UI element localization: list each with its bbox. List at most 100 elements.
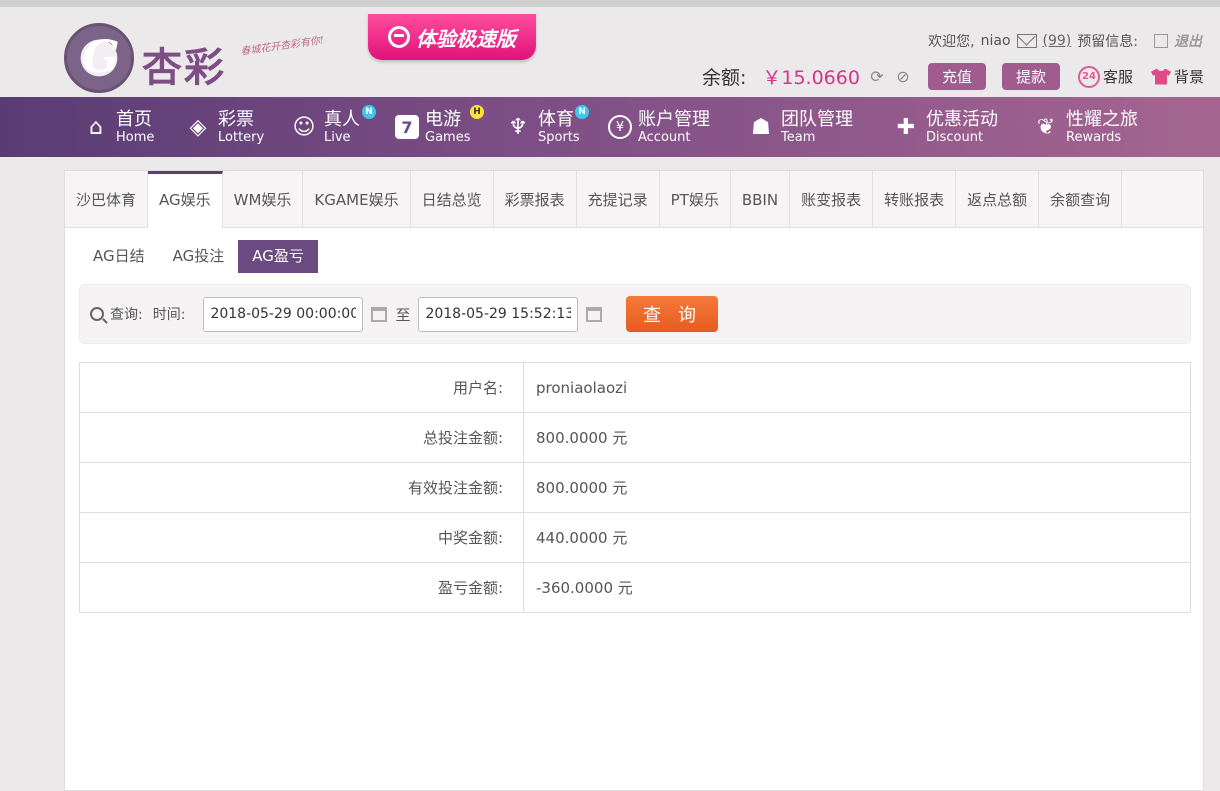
row-value: 800.0000 元 — [523, 462, 1191, 513]
table-row: 用户名: proniaolaozi — [79, 362, 1191, 413]
start-date-input[interactable] — [203, 296, 364, 332]
reserved-info-link[interactable]: 预留信息: — [1077, 31, 1138, 51]
user-info-row: 欢迎您, niao (99) 预留信息: 退出 — [928, 31, 1202, 51]
nav-item-sports[interactable]: ♆ 体育 Sports N — [504, 105, 589, 149]
balance-value: ￥15.0660 — [762, 67, 860, 89]
main-nav: ⌂ 首页 Home ◈ 彩票 Lottery ☺ 真人 Live N 7 电游 Game… — [0, 97, 1220, 157]
tab-wm[interactable]: WM娱乐 — [223, 171, 304, 227]
nav-item-live[interactable]: ☺ 真人 Live N — [290, 105, 376, 149]
row-label: 用户名: — [79, 362, 524, 413]
nav-label: 团队管理 — [781, 108, 853, 130]
nav-label: 电游 — [425, 108, 461, 130]
mail-count-link[interactable]: (99) — [1043, 33, 1072, 49]
yen-icon: ¥ — [608, 115, 632, 139]
tab-saba-sports[interactable]: 沙巴体育 — [65, 171, 149, 227]
tab-rebate-total[interactable]: 返点总额 — [956, 171, 1040, 227]
nav-item-games[interactable]: 7 电游 Games H — [395, 105, 484, 149]
calendar-icon[interactable] — [371, 306, 388, 322]
team-icon: ☗ — [751, 114, 771, 140]
dealer-icon: ☺ — [292, 114, 316, 140]
balance-label: 余额: — [701, 67, 747, 89]
hide-balance-icon[interactable]: ⊘ — [894, 67, 912, 86]
calendar-icon[interactable] — [586, 306, 603, 322]
ticket-icon: ◈ — [189, 114, 207, 140]
withdraw-button[interactable]: 提款 — [1001, 63, 1060, 90]
new-badge: N — [575, 105, 589, 119]
nav-sublabel: Discount — [926, 129, 984, 145]
subtab-ag-daily[interactable]: AG日结 — [79, 240, 159, 273]
brand-name: 杏彩 — [142, 44, 226, 91]
nav-item-lottery[interactable]: ◈ 彩票 Lottery — [184, 105, 265, 149]
nav-sublabel: Lottery — [218, 129, 265, 145]
query-button[interactable]: 查 询 — [626, 296, 719, 332]
theme-link[interactable]: 背景 — [1150, 66, 1204, 87]
search-icon — [90, 307, 104, 321]
row-label: 中奖金额: — [79, 512, 524, 563]
row-label: 有效投注金额: — [79, 462, 524, 513]
tab-daily-overview[interactable]: 日结总览 — [411, 171, 494, 227]
tab-transfer-report[interactable]: 转账报表 — [873, 171, 957, 227]
end-date-input[interactable] — [418, 296, 579, 332]
tab-pt[interactable]: PT娱乐 — [660, 171, 731, 227]
nav-sublabel: Home — [116, 129, 155, 145]
logout-link[interactable]: 退出 — [1174, 31, 1202, 51]
nav-item-team[interactable]: ☗ 团队管理 Team — [747, 105, 853, 149]
subtab-ag-profit[interactable]: AG盈亏 — [238, 240, 318, 273]
trophy-icon: ♆ — [508, 114, 528, 140]
tab-bbin[interactable]: BBIN — [731, 171, 791, 227]
tab-balance-query[interactable]: 余额查询 — [1039, 171, 1123, 227]
nav-sublabel: Games — [425, 129, 471, 145]
profit-result-table: 用户名: proniaolaozi 总投注金额: 800.0000 元 有效投注金额… — [79, 362, 1191, 613]
report-panel: 沙巴体育 AG娱乐 WM娱乐 KGAME娱乐 日结总览 彩票报表 充提记录 PT… — [64, 170, 1204, 791]
nav-label: 首页 — [116, 108, 152, 130]
hot-badge: H — [470, 105, 484, 119]
table-row: 总投注金额: 800.0000 元 — [79, 412, 1191, 463]
nav-label: 真人 — [324, 108, 360, 130]
nav-item-rewards[interactable]: ❦ 性耀之旅 Rewards — [1032, 105, 1138, 149]
nav-label: 性耀之旅 — [1066, 108, 1138, 130]
nav-item-discount[interactable]: ✚ 优惠活动 Discount — [892, 105, 998, 149]
refresh-icon[interactable]: ⟳ — [868, 67, 886, 86]
nav-sublabel: Live — [324, 129, 351, 145]
customer-service-label: 客服 — [1102, 68, 1133, 86]
nav-label: 彩票 — [218, 108, 254, 130]
home-icon: ⌂ — [89, 114, 103, 140]
time-label: 时间: — [152, 307, 186, 323]
edit-icon[interactable] — [1154, 34, 1168, 48]
nav-item-account[interactable]: ¥ 账户管理 Account — [608, 105, 710, 149]
tab-deposit-withdraw[interactable]: 充提记录 — [577, 171, 660, 227]
table-row: 有效投注金额: 800.0000 元 — [79, 462, 1191, 513]
new-badge: N — [362, 105, 376, 119]
tab-account-change[interactable]: 账变报表 — [790, 171, 874, 227]
brand-slogan: 春城花开杏彩有你! — [239, 35, 325, 58]
nav-sublabel: Team — [781, 129, 816, 145]
nav-sublabel: Rewards — [1066, 129, 1122, 145]
subtab-ag-bets[interactable]: AG投注 — [159, 240, 239, 273]
speed-version-label: 体验极速版 — [416, 26, 516, 51]
rewards-icon: ❦ — [1036, 114, 1056, 140]
tab-kgame[interactable]: KGAME娱乐 — [303, 171, 411, 227]
shirt-icon — [1150, 68, 1171, 85]
recharge-button[interactable]: 充值 — [927, 63, 986, 90]
speed-version-button[interactable]: 体验极速版 — [368, 14, 536, 60]
nav-item-home[interactable]: ⌂ 首页 Home — [82, 105, 154, 149]
ag-subtabs: AG日结 AG投注 AG盈亏 — [79, 240, 1203, 273]
row-value: 800.0000 元 — [523, 412, 1191, 463]
site-header: G 杏彩 春城花开杏彩有你! 体验极速版 欢迎您, niao (99) 预留信息… — [0, 0, 1220, 97]
site-logo[interactable]: G 杏彩 春城花开杏彩有你! — [64, 19, 344, 99]
row-value: 440.0000 元 — [523, 512, 1191, 563]
report-tabs: 沙巴体育 AG娱乐 WM娱乐 KGAME娱乐 日结总览 彩票报表 充提记录 PT… — [65, 171, 1203, 228]
tab-ag[interactable]: AG娱乐 — [148, 171, 223, 228]
gift-icon: ✚ — [896, 114, 916, 140]
row-value: proniaolaozi — [523, 362, 1191, 413]
row-label: 盈亏金额: — [79, 562, 524, 613]
tab-lottery-report[interactable]: 彩票报表 — [494, 171, 577, 227]
welcome-text: 欢迎您, — [928, 34, 975, 50]
range-separator: 至 — [395, 305, 411, 324]
mail-icon[interactable] — [1016, 34, 1037, 48]
username: niao — [980, 33, 1011, 49]
nav-sublabel: Account — [638, 129, 691, 145]
customer-service-link[interactable]: 24 客服 — [1077, 65, 1133, 88]
theme-label: 背景 — [1173, 68, 1204, 86]
row-label: 总投注金额: — [79, 412, 524, 463]
